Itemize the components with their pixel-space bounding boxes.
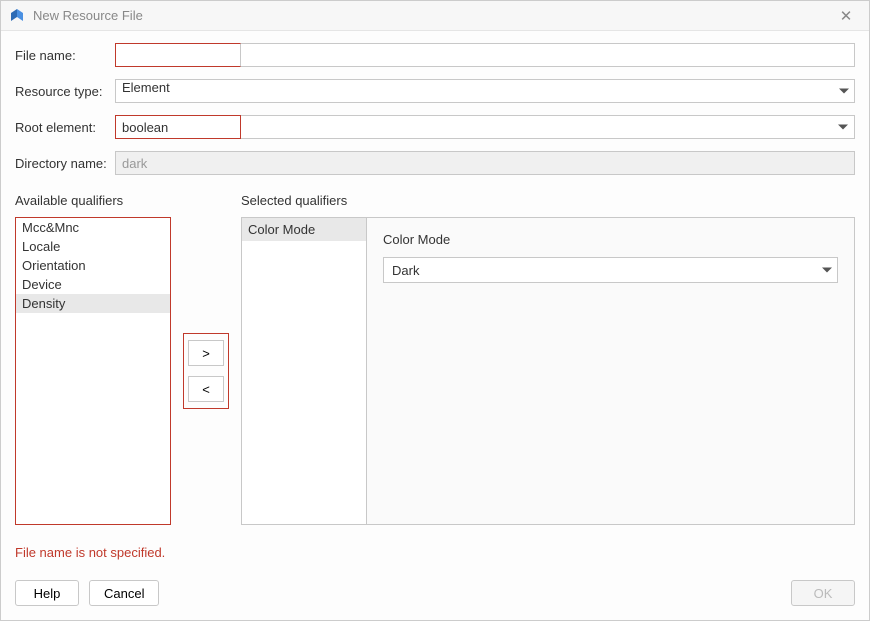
window-title: New Resource File: [33, 8, 831, 23]
row-rootelement: Root element: boolean: [15, 115, 855, 139]
footer: Help Cancel OK: [1, 570, 869, 620]
detail-select[interactable]: Dark: [383, 257, 838, 283]
row-filename: File name:: [15, 43, 855, 67]
available-item[interactable]: Locale: [16, 237, 170, 256]
qualifier-detail-panel: Color Mode Dark: [367, 217, 855, 525]
rootelement-value: boolean: [122, 120, 168, 135]
error-message: File name is not specified.: [15, 545, 855, 560]
qualifiers-area: Available qualifiers Mcc&MncLocaleOrient…: [15, 193, 855, 531]
filename-input[interactable]: [115, 43, 241, 67]
detail-label: Color Mode: [383, 232, 838, 247]
app-icon: [9, 8, 25, 24]
selected-header: Selected qualifiers: [241, 193, 855, 211]
dialog-window: New Resource File ✕ File name: Resource …: [0, 0, 870, 621]
directory-label: Directory name:: [15, 156, 115, 171]
content-area: File name: Resource type: Element Root e…: [1, 31, 869, 570]
resourcetype-select-wrap[interactable]: Element: [115, 79, 855, 103]
filename-input-extent[interactable]: [241, 43, 855, 67]
arrow-column: > <: [181, 217, 231, 525]
chevron-down-icon: [838, 125, 848, 130]
help-button[interactable]: Help: [15, 580, 79, 606]
rootelement-field-wrap: boolean: [115, 115, 855, 139]
rootelement-select-extent[interactable]: [241, 115, 855, 139]
directory-input: [115, 151, 855, 175]
available-item[interactable]: Density: [16, 294, 170, 313]
rootelement-label: Root element:: [15, 120, 115, 135]
titlebar: New Resource File ✕: [1, 1, 869, 31]
detail-select-value: Dark: [392, 263, 419, 278]
detail-select-wrap[interactable]: Dark: [383, 257, 838, 283]
available-item[interactable]: Orientation: [16, 256, 170, 275]
move-right-button[interactable]: >: [188, 340, 224, 366]
move-left-button[interactable]: <: [188, 376, 224, 402]
ok-button[interactable]: OK: [791, 580, 855, 606]
selected-column: Selected qualifiers Color Mode Color Mod…: [241, 193, 855, 531]
resourcetype-select[interactable]: Element: [115, 79, 855, 103]
available-item[interactable]: Device: [16, 275, 170, 294]
arrow-button-group: > <: [183, 333, 229, 409]
resourcetype-label: Resource type:: [15, 84, 115, 99]
available-header: Available qualifiers: [15, 193, 171, 211]
available-qualifiers-list[interactable]: Mcc&MncLocaleOrientationDeviceDensity: [15, 217, 171, 525]
available-column: Available qualifiers Mcc&MncLocaleOrient…: [15, 193, 171, 531]
close-icon[interactable]: ✕: [831, 7, 861, 25]
row-resourcetype: Resource type: Element: [15, 79, 855, 103]
filename-label: File name:: [15, 48, 115, 63]
selected-item[interactable]: Color Mode: [242, 218, 366, 241]
cancel-button[interactable]: Cancel: [89, 580, 159, 606]
filename-field-wrap: [115, 43, 855, 67]
selected-qualifiers-list[interactable]: Color Mode: [241, 217, 367, 525]
rootelement-input[interactable]: boolean: [115, 115, 241, 139]
available-item[interactable]: Mcc&Mnc: [16, 218, 170, 237]
row-directory: Directory name:: [15, 151, 855, 175]
